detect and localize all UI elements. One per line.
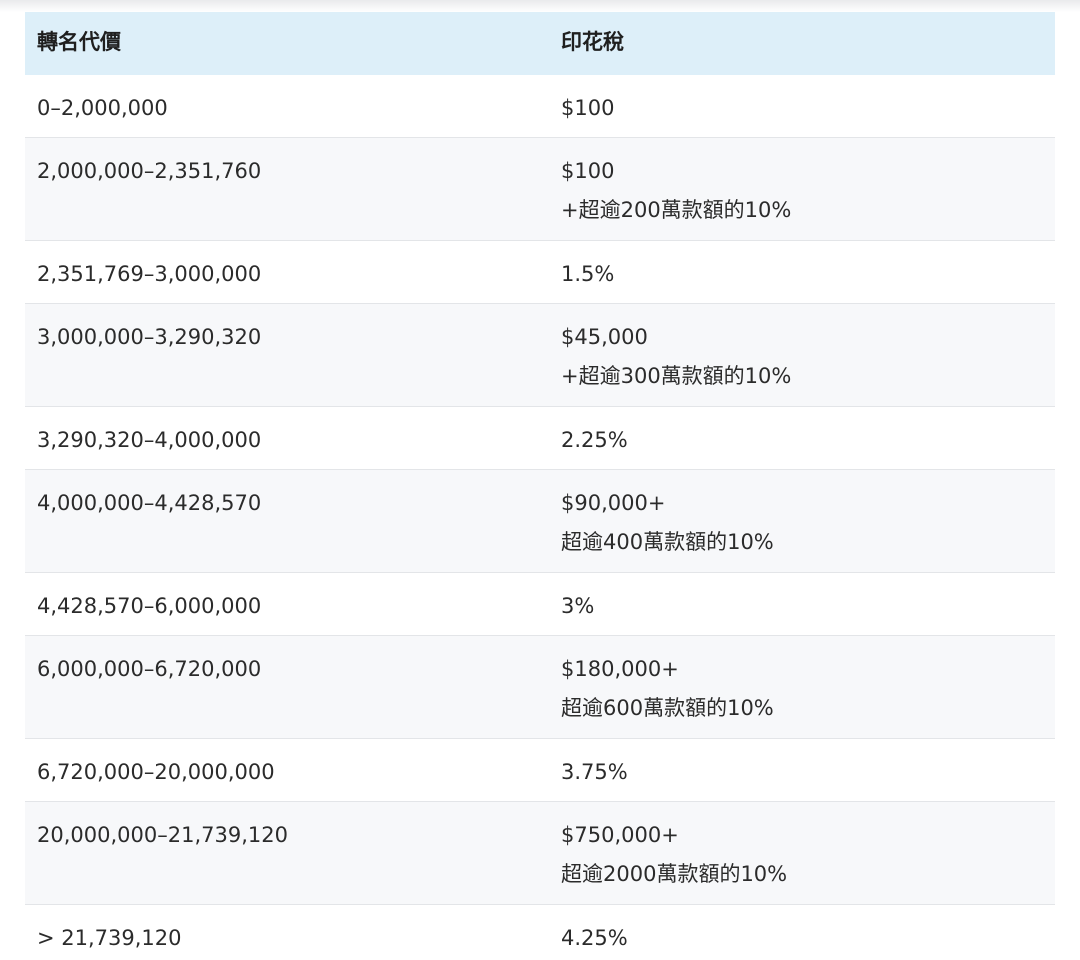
table-row: 0–2,000,000 $100 (25, 75, 1055, 138)
stamp-duty-line: $90,000+ (561, 491, 666, 515)
table-row: > 21,739,120 4.25% (25, 905, 1055, 960)
stamp-duty-line: 2.25% (561, 428, 628, 452)
price-range-cell: > 21,739,120 (37, 926, 182, 950)
stamp-duty-cell: 1.5% (549, 241, 1055, 303)
price-range-cell: 6,000,000–6,720,000 (37, 657, 262, 681)
stamp-duty-cell: $750,000+ 超逾2000萬款額的10% (549, 802, 1055, 904)
stamp-duty-line: 超逾400萬款額的10% (561, 530, 774, 554)
stamp-duty-cell: $180,000+ 超逾600萬款額的10% (549, 636, 1055, 738)
stamp-duty-cell: 2.25% (549, 407, 1055, 469)
stamp-duty-cell: $45,000 +超逾300萬款額的10% (549, 304, 1055, 406)
price-range-cell: 20,000,000–21,739,120 (37, 823, 288, 847)
price-range-cell: 4,000,000–4,428,570 (37, 491, 262, 515)
table-row: 6,720,000–20,000,000 3.75% (25, 739, 1055, 802)
stamp-duty-table: 轉名代價 印花稅 0–2,000,000 $100 2,000,000–2,35… (25, 12, 1055, 960)
table-row: 4,428,570–6,000,000 3% (25, 573, 1055, 636)
table-row: 3,000,000–3,290,320 $45,000 +超逾300萬款額的10… (25, 304, 1055, 407)
stamp-duty-line: $180,000+ (561, 657, 679, 681)
table-header-row: 轉名代價 印花稅 (25, 12, 1055, 75)
price-range-cell: 2,351,769–3,000,000 (37, 262, 262, 286)
stamp-duty-cell: $90,000+ 超逾400萬款額的10% (549, 470, 1055, 572)
stamp-duty-line: 3.75% (561, 760, 628, 784)
table-row: 2,351,769–3,000,000 1.5% (25, 241, 1055, 304)
table-row: 2,000,000–2,351,760 $100 +超逾200萬款額的10% (25, 138, 1055, 241)
stamp-duty-line: +超逾300萬款額的10% (561, 364, 792, 388)
stamp-duty-line: 3% (561, 594, 595, 618)
table-row: 6,000,000–6,720,000 $180,000+ 超逾600萬款額的1… (25, 636, 1055, 739)
stamp-duty-line: 1.5% (561, 262, 615, 286)
stamp-duty-line: $100 (561, 159, 615, 183)
header-price: 轉名代價 (37, 30, 121, 54)
stamp-duty-cell: 3% (549, 573, 1055, 635)
stamp-duty-cell: 3.75% (549, 739, 1055, 801)
price-range-cell: 2,000,000–2,351,760 (37, 159, 262, 183)
price-range-cell: 3,000,000–3,290,320 (37, 325, 262, 349)
price-range-cell: 0–2,000,000 (37, 96, 168, 120)
stamp-duty-line: 超逾2000萬款額的10% (561, 862, 788, 886)
stamp-duty-line: $45,000 (561, 325, 648, 349)
price-range-cell: 4,428,570–6,000,000 (37, 594, 262, 618)
stamp-duty-line: +超逾200萬款額的10% (561, 198, 792, 222)
table-row: 20,000,000–21,739,120 $750,000+ 超逾2000萬款… (25, 802, 1055, 905)
stamp-duty-line: $100 (561, 96, 615, 120)
price-range-cell: 3,290,320–4,000,000 (37, 428, 262, 452)
price-range-cell: 6,720,000–20,000,000 (37, 760, 275, 784)
table-row: 4,000,000–4,428,570 $90,000+ 超逾400萬款額的10… (25, 470, 1055, 573)
header-stamp-duty: 印花稅 (561, 30, 624, 54)
stamp-duty-cell: $100 +超逾200萬款額的10% (549, 138, 1055, 240)
stamp-duty-line: 4.25% (561, 926, 628, 950)
stamp-duty-cell: $100 (549, 75, 1055, 137)
stamp-duty-line: 超逾600萬款額的10% (561, 696, 774, 720)
stamp-duty-cell: 4.25% (549, 905, 1055, 960)
table-row: 3,290,320–4,000,000 2.25% (25, 407, 1055, 470)
stamp-duty-line: $750,000+ (561, 823, 679, 847)
top-shadow (0, 0, 1080, 12)
